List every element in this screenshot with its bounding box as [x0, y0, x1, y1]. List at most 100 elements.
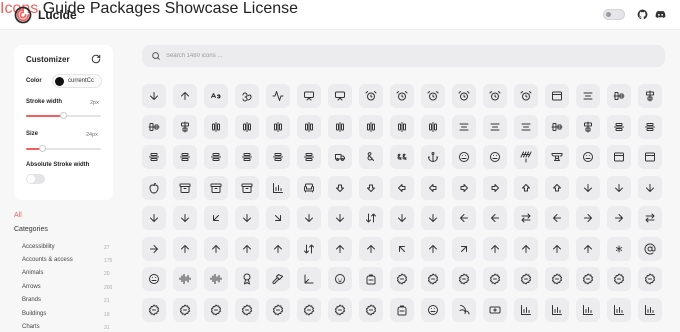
icon-tile-arrow-down-a-z[interactable]: [142, 206, 166, 230]
icon-tile-arrow-down-narrow-wide[interactable]: [235, 206, 259, 230]
icon-tile-arrows-up-from-line[interactable]: [576, 236, 600, 261]
icon-tile-area-chart[interactable]: [266, 175, 290, 200]
icon-tile-bar-chart-3[interactable]: [576, 297, 600, 322]
icon-tile-badge-euro[interactable]: [545, 267, 569, 291]
icon-tile-arrow-left-right[interactable]: [514, 206, 538, 230]
icon-tile-alarm-check[interactable]: [390, 84, 414, 108]
icon-tile-award[interactable]: [235, 267, 259, 291]
icon-tile-align-justify[interactable]: [452, 114, 476, 139]
icon-tile-apple[interactable]: [142, 175, 166, 200]
icon-tile-arrow-up-right[interactable]: [452, 236, 476, 261]
icon-tile-arrow-down-a-z[interactable]: [142, 84, 166, 108]
icon-tile-ampersand[interactable]: [359, 145, 383, 169]
icon-tile-alarm-plus[interactable]: [483, 84, 507, 108]
icon-tile-arrow-big-down[interactable]: [328, 175, 352, 200]
theme-toggle[interactable]: [603, 9, 625, 20]
icon-tile-archive[interactable]: [173, 175, 197, 200]
icon-tile-ambulance[interactable]: [328, 145, 352, 169]
icon-tile-app-window[interactable]: [607, 145, 631, 169]
icon-tile-arrow-up-to-line[interactable]: [483, 236, 507, 261]
icon-tile-alarm-minus[interactable]: [421, 84, 445, 108]
nav-license[interactable]: License: [243, 0, 298, 17]
icon-tile-badge-x[interactable]: [359, 297, 383, 322]
icon-tile-antenna[interactable]: [514, 145, 538, 169]
icon-tile-axe[interactable]: [266, 267, 290, 291]
icon-tile-ban[interactable]: [421, 297, 445, 322]
icon-tile-arrow-big-right[interactable]: [452, 175, 476, 200]
icon-tile-arrow-down-left[interactable]: [204, 206, 228, 230]
icon-tile-align-end-vertical[interactable]: [173, 114, 197, 139]
icon-tile-bar-chart-4[interactable]: [607, 297, 631, 322]
category-item-accessibility[interactable]: Accessibility: [22, 244, 55, 250]
icon-tile-arrow-down-to-dot[interactable]: [297, 206, 321, 230]
icon-tile-arrow-up-wide-narrow[interactable]: [514, 236, 538, 261]
logo[interactable]: Lucide: [14, 6, 77, 24]
icon-tile-arrow-big-down-dash[interactable]: [359, 175, 383, 200]
icon-tile-align-v-distribute-start[interactable]: [142, 145, 166, 169]
category-item-brands[interactable]: Brands: [22, 297, 41, 303]
icon-tile-align-h-space-between[interactable]: [421, 114, 445, 139]
icon-tile-arrow-down-wide-narrow[interactable]: [390, 206, 414, 230]
icon-tile-align-v-justify-end[interactable]: [204, 145, 228, 169]
category-all[interactable]: All: [14, 212, 22, 219]
icon-tile-arrow-down-1-0[interactable]: [638, 175, 662, 200]
icon-tile-align-h-space-around[interactable]: [390, 114, 414, 139]
icon-tile-align-v-space-around[interactable]: [266, 145, 290, 169]
icon-tile-align-start-vertical[interactable]: [576, 114, 600, 139]
stroke-width-slider-thumb[interactable]: [60, 112, 67, 119]
icon-tile-badge[interactable]: [390, 267, 414, 291]
icon-tile-arrow-up-1-0[interactable]: [235, 236, 259, 261]
icon-tile-arrow-up-0-1[interactable]: [204, 236, 228, 261]
icon-tile-align-v-space-between[interactable]: [297, 145, 321, 169]
icon-tile-audio-waveform[interactable]: [204, 267, 228, 291]
icon-tile-banana[interactable]: [452, 297, 476, 322]
icon-tile-arrow-up-left[interactable]: [390, 236, 414, 261]
icon-tile-airplay[interactable]: [328, 84, 352, 108]
icon-tile-album[interactable]: [545, 84, 569, 108]
icon-tile-annoyed[interactable]: [483, 145, 507, 169]
icon-tile-arrow-right[interactable]: [576, 206, 600, 230]
icon-tile-arrow-up-from-dot[interactable]: [328, 236, 352, 261]
icon-tile-om[interactable]: [235, 84, 259, 108]
icon-tile-badge-check[interactable]: [483, 267, 507, 291]
icon-tile-angry[interactable]: [452, 145, 476, 169]
icon-tile-badge-pound-sterling[interactable]: [266, 297, 290, 322]
search-input[interactable]: [166, 49, 466, 63]
category-item-charts[interactable]: Charts: [22, 324, 40, 330]
icon-tile-badge-cent[interactable]: [452, 267, 476, 291]
icon-tile-ampersands[interactable]: [390, 145, 414, 169]
icon-tile-align-v-distribute-end[interactable]: [638, 114, 662, 139]
icon-tile-at-sign[interactable]: [638, 236, 662, 261]
icon-tile-arrow-down-to-line[interactable]: [328, 206, 352, 230]
icon-tile-align-h-distribute-center[interactable]: [204, 114, 228, 139]
icon-tile-arrow-big-left[interactable]: [390, 175, 414, 200]
icon-tile-arrow-big-up-dash[interactable]: [545, 175, 569, 200]
icon-tile-align-left[interactable]: [483, 114, 507, 139]
icon-tile-alarm-off[interactable]: [452, 84, 476, 108]
icon-tile-arrow-left[interactable]: [452, 206, 476, 230]
icon-tile-align-h-justify-end[interactable]: [328, 114, 352, 139]
icon-tile-badge-dollar-sign[interactable]: [514, 267, 538, 291]
icon-tile-baggage-claim[interactable]: [390, 297, 414, 322]
icon-tile-badge-russian-ruble[interactable]: [297, 297, 321, 322]
size-slider[interactable]: [26, 145, 101, 152]
icon-tile-arrow-down-from-line[interactable]: [173, 206, 197, 230]
icon-tile-align-center-vertical[interactable]: [638, 84, 662, 108]
icon-tile-archive-restore[interactable]: [204, 175, 228, 200]
absolute-stroke-toggle[interactable]: [26, 174, 45, 184]
icon-tile-badge-minus[interactable]: [173, 297, 197, 322]
icon-tile-audio-lines[interactable]: [173, 267, 197, 291]
icon-tile-bar-chart[interactable]: [514, 297, 538, 322]
size-slider-thumb[interactable]: [39, 145, 46, 152]
rotate-ccw-icon[interactable]: [91, 54, 101, 64]
icon-tile-arrow-down-up[interactable]: [359, 206, 383, 230]
icon-tile-arrow-down-0-1[interactable]: [607, 175, 631, 200]
icon-tile-alarm-smoke[interactable]: [514, 84, 538, 108]
icon-tile-arrow-up-from-line[interactable]: [359, 236, 383, 261]
icon-tile-archive-x[interactable]: [235, 175, 259, 200]
icon-tile-arrow-up-narrow-wide[interactable]: [421, 236, 445, 261]
icon-tile-arrow-left-to-line[interactable]: [545, 206, 569, 230]
icon-tile-arrow-right-from-line[interactable]: [607, 206, 631, 230]
icon-tile-arrow-left-from-line[interactable]: [483, 206, 507, 230]
icon-tile-air-vent[interactable]: [297, 84, 321, 108]
